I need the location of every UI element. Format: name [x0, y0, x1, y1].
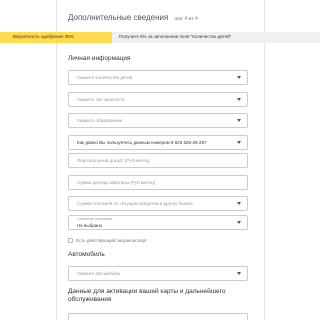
approval-probability-label: Вероятность одобрения 35% [13, 34, 74, 39]
children-select[interactable]: Укажите количество детей [68, 70, 248, 85]
passport-checkbox[interactable] [68, 237, 73, 243]
loan-payments-input-placeholder: Сумма платежей по текущим кредитам в дру… [77, 201, 193, 206]
phone-usage-select[interactable]: Как давно Вы пользуетесь данным номером … [68, 135, 248, 150]
chevron-down-icon [237, 221, 241, 224]
approval-progress-bar: Вероятность одобрения 35% Получите 5% за… [0, 32, 320, 43]
marital-status-value: Не выбрано [77, 223, 103, 228]
employment-select[interactable]: Укажите тип занятости [68, 92, 248, 107]
chevron-down-icon [237, 272, 241, 275]
section-title-card: Данные для активации вашей карты и дальн… [68, 288, 226, 303]
rent-input-placeholder: Сумма аренды квартиры (Руб месяц) [77, 180, 156, 185]
section-title-car: Автомобиль [68, 251, 105, 258]
income-input[interactable]: Персональный доход* (Руб месяц) [68, 153, 248, 168]
car-select[interactable]: Укажите автомобиль [68, 266, 248, 281]
phone-usage-select-value: Как давно Вы пользуетесь данным номером … [77, 140, 207, 145]
chevron-down-icon [237, 119, 241, 122]
car-select-placeholder: Укажите автомобиль [77, 271, 121, 276]
chevron-down-icon [237, 202, 241, 205]
card-field[interactable] [68, 313, 248, 320]
income-input-placeholder: Персональный доход* (Руб месяц) [77, 158, 150, 163]
children-select-placeholder: Укажите количество детей [77, 75, 133, 80]
page-header: Дополнительные сведения шаг 4 из 4 [68, 13, 264, 25]
rent-input[interactable]: Сумма аренды квартиры (Руб месяц) [68, 175, 248, 190]
chevron-down-icon [237, 141, 241, 144]
passport-checkbox-label: Есть действующий загранпаспорт [76, 237, 147, 243]
marital-status-label: Семейное положение [77, 217, 113, 221]
progress-hint: Получите 5% за заполнение поля "Количест… [119, 34, 232, 39]
loan-payments-input[interactable]: Сумма платежей по текущим кредитам в дру… [68, 196, 248, 211]
employment-select-placeholder: Укажите тип занятости [77, 97, 125, 102]
page-border-left [56, 0, 57, 320]
page-title: Дополнительные сведения [68, 13, 169, 22]
chevron-down-icon [237, 76, 241, 79]
page-border-right [264, 0, 265, 320]
step-indicator: шаг 4 из 4 [174, 16, 198, 22]
education-select[interactable]: Укажите образование [68, 113, 248, 128]
marital-status-select[interactable]: Семейное положение Не выбрано [68, 215, 248, 230]
passport-checkbox-row[interactable]: Есть действующий загранпаспорт [68, 237, 147, 243]
education-select-placeholder: Укажите образование [77, 118, 123, 123]
chevron-down-icon [237, 98, 241, 101]
section-title-personal: Личная информация [68, 55, 131, 62]
